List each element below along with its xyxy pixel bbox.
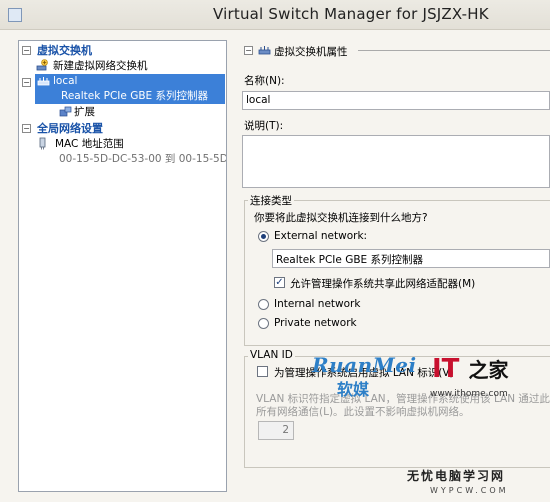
tree-header-virtual-switches[interactable]: 虚拟交换机 <box>37 43 92 58</box>
tree-item-switch-local[interactable]: local Realtek PCIe GBE 系列控制器 <box>35 74 225 104</box>
tree-item-mac-range[interactable]: MAC 地址范围 <box>55 137 124 152</box>
vlan-description-line2: 所有网络通信(L)。此设置不影响虚拟机网络。 <box>256 406 470 418</box>
allow-mgmt-os-label[interactable]: 允许管理操作系统共享此网络适配器(M) <box>290 276 475 291</box>
wypcw-watermark: 无忧电脑学习网 <box>407 469 506 483</box>
notes-textarea[interactable] <box>242 135 550 188</box>
switch-adapter-label: Realtek PCIe GBE 系列控制器 <box>61 90 208 102</box>
notes-label: 说明(T): <box>244 120 284 132</box>
window-client: − 虚拟交换机 新建虚拟网络交换机 local Realtek PCIe GBE… <box>0 30 550 502</box>
extension-icon <box>59 106 72 117</box>
ithome-logo-cn: 之家 <box>468 358 509 382</box>
private-network-radio[interactable] <box>258 318 269 329</box>
ruanmei-watermark: RuanMei <box>312 353 417 377</box>
ithome-url: www.ithome.com <box>430 389 508 399</box>
network-add-icon <box>36 59 48 71</box>
ithome-logo-it: IT <box>432 354 460 384</box>
vlan-enable-checkbox[interactable] <box>257 366 268 377</box>
collapse-switch-local[interactable]: − <box>22 78 31 87</box>
network-switch-icon <box>37 77 50 86</box>
vlan-id-input[interactable]: 2 <box>258 421 294 440</box>
mac-range-value: 00-15-5D-DC-53-00 到 00-15-5D-... <box>59 153 227 165</box>
internal-network-label[interactable]: Internal network <box>274 298 360 310</box>
internal-network-radio[interactable] <box>258 299 269 310</box>
ruanmei-cn-watermark: 软媒 <box>337 380 370 399</box>
collapse-global-settings[interactable]: − <box>22 124 31 133</box>
section-title: 虚拟交换机属性 <box>274 46 348 58</box>
switch-name-label: local <box>53 75 78 87</box>
allow-mgmt-os-checkbox[interactable]: ✓ <box>274 277 285 288</box>
connection-question: 你要将此虚拟交换机连接到什么地方? <box>254 212 428 224</box>
collapse-virtual-switches[interactable]: − <box>22 46 31 55</box>
collapse-properties[interactable]: − <box>244 46 253 55</box>
properties-pane: − 虚拟交换机属性 名称(N): local 说明(T): 连接类型 你要将此虚… <box>232 36 550 502</box>
section-switch-properties: − 虚拟交换机属性 <box>240 42 550 58</box>
window-title: Virtual Switch Manager for JSJZX-HK <box>213 5 489 23</box>
connection-type-label: 连接类型 <box>248 193 294 208</box>
navigation-tree: − 虚拟交换机 新建虚拟网络交换机 local Realtek PCIe GBE… <box>18 40 227 492</box>
name-label: 名称(N): <box>244 75 285 87</box>
tree-item-new-switch[interactable]: 新建虚拟网络交换机 <box>53 59 148 74</box>
section-divider <box>358 50 550 51</box>
external-network-radio[interactable] <box>258 231 269 242</box>
external-network-label[interactable]: External network: <box>274 230 367 242</box>
app-icon <box>8 8 22 22</box>
vlan-id-label: VLAN ID <box>248 349 295 361</box>
external-adapter-select[interactable]: Realtek PCIe GBE 系列控制器 <box>272 249 550 268</box>
ithome-logo: IT 之家 <box>432 354 508 384</box>
wypcw-url: WYPCW.COM <box>430 486 509 495</box>
name-input[interactable]: local <box>242 91 550 110</box>
mac-address-icon <box>39 137 46 150</box>
tree-item-extensions[interactable]: 扩展 <box>74 105 95 120</box>
tree-header-global-settings[interactable]: 全局网络设置 <box>37 121 103 136</box>
title-bar: Virtual Switch Manager for JSJZX-HK <box>0 0 550 30</box>
private-network-label[interactable]: Private network <box>274 317 357 329</box>
network-switch-icon <box>258 46 271 55</box>
